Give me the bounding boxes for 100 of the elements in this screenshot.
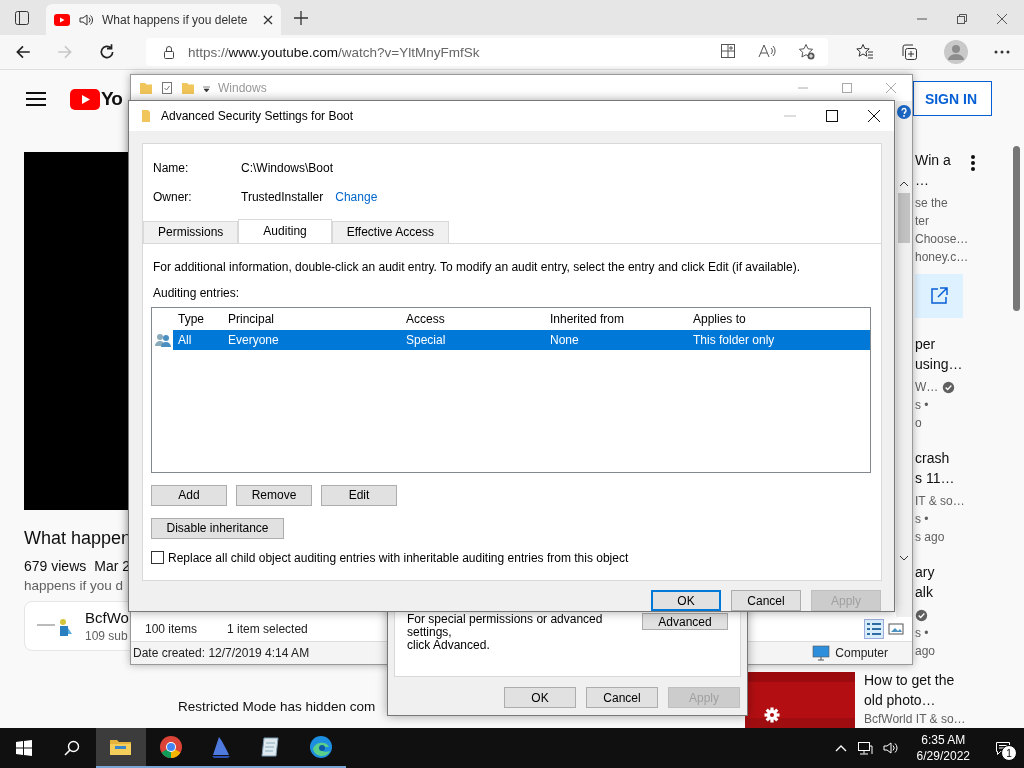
dialog-tab[interactable]: Effective Access: [331, 220, 449, 243]
owner-name: TrustedInstaller: [241, 190, 324, 205]
close-icon[interactable]: [263, 14, 273, 25]
youtube-logo-icon: [70, 88, 100, 110]
location-label: Computer: [835, 646, 888, 660]
app-grid-icon[interactable]: [720, 43, 736, 59]
details-list-icon: [866, 621, 882, 637]
video-title[interactable]: crash: [915, 448, 995, 468]
sign-in-button[interactable]: SIGN IN: [913, 81, 992, 116]
action-button[interactable]: Add: [151, 484, 227, 506]
video-meta: se the: [915, 195, 948, 212]
profile-avatar[interactable]: [944, 40, 968, 64]
taskbar-app-button[interactable]: [96, 728, 146, 768]
video-title[interactable]: …: [915, 170, 995, 190]
close-icon[interactable]: [996, 13, 1008, 25]
picture-frame-icon: [888, 621, 904, 637]
computer-icon: [812, 645, 831, 661]
folder-icon: [141, 108, 151, 123]
maximize-icon[interactable]: [826, 109, 838, 122]
notification-badge: 1: [1001, 745, 1017, 761]
column-header[interactable]: Principal: [223, 311, 401, 326]
properties-icon[interactable]: [160, 81, 174, 95]
subscriber-count: 109 sub: [85, 629, 129, 643]
help-icon[interactable]: [897, 105, 911, 119]
dropdown-icon[interactable]: [202, 83, 211, 93]
new-tab-icon[interactable]: [293, 10, 309, 26]
column-header[interactable]: Access: [401, 311, 545, 326]
video-title[interactable]: old photo…: [864, 690, 966, 710]
checkbox[interactable]: [151, 551, 164, 565]
scrollbar-thumb[interactable]: [898, 193, 910, 243]
refresh-icon: [98, 43, 116, 61]
sidebar-icon[interactable]: [14, 10, 30, 26]
url-text: https://www.youtube.com/watch?v=YltMnyFmfSk: [188, 44, 481, 60]
date-created: Date created: 12/7/2019 4:14 AM: [133, 646, 310, 660]
users-icon: [154, 332, 171, 347]
network-icon[interactable]: [856, 740, 873, 756]
menu-icon[interactable]: [26, 91, 46, 107]
restricted-mode-notice: Restricted Mode has hidden com: [178, 699, 376, 714]
read-aloud-icon[interactable]: [758, 43, 776, 59]
change-link[interactable]: Change: [335, 190, 378, 205]
dialog-button[interactable]: Cancel: [731, 590, 801, 611]
advanced-button[interactable]: Advanced: [642, 613, 728, 630]
edge-icon: [309, 735, 333, 759]
column-header[interactable]: Applies to: [688, 311, 865, 326]
show-hidden-icons-icon[interactable]: [834, 744, 847, 752]
video-title[interactable]: alk: [915, 582, 995, 602]
more-vertical-icon[interactable]: [970, 154, 976, 172]
column-header[interactable]: Inherited from: [545, 311, 688, 326]
favorites-icon[interactable]: [856, 43, 874, 61]
action-button[interactable]: Edit: [321, 484, 397, 506]
video-title[interactable]: per: [915, 334, 995, 354]
video-title[interactable]: How to get the: [864, 670, 966, 690]
video-meta: s •: [915, 397, 929, 414]
column-header[interactable]: Type: [173, 311, 223, 326]
windows-logo-icon: [16, 740, 32, 756]
add-favorite-icon[interactable]: [798, 43, 816, 61]
restore-icon[interactable]: [956, 13, 968, 25]
external-link-icon: [929, 286, 949, 306]
video-meta: ago: [915, 643, 936, 660]
view-count: 679 views: [24, 558, 87, 574]
back-button[interactable]: [14, 43, 32, 61]
youtube-icon: [54, 13, 70, 26]
video-meta: Choose…: [915, 231, 969, 248]
dialog-button[interactable]: Cancel: [586, 687, 658, 708]
folder-icon: [109, 737, 133, 757]
collections-icon[interactable]: [900, 43, 918, 61]
action-button[interactable]: Remove: [236, 484, 312, 506]
channel-name: BcfWorld IT & so…: [864, 711, 966, 728]
scroll-down-icon[interactable]: [899, 555, 909, 561]
video-description: happens if you d: [24, 578, 125, 593]
dialog-button[interactable]: OK: [651, 590, 721, 611]
search-icon: [64, 740, 80, 756]
scrollbar-thumb[interactable]: [1013, 146, 1020, 311]
field-label: Name:: [153, 161, 190, 176]
video-title[interactable]: s 11…: [915, 468, 995, 488]
dialog-tab[interactable]: Permissions: [143, 220, 239, 243]
video-title[interactable]: ary: [915, 562, 995, 582]
video-meta: IT & so…: [915, 493, 965, 510]
video-title[interactable]: Win a: [915, 150, 995, 170]
details-view-button[interactable]: [864, 619, 884, 639]
dialog-button[interactable]: OK: [504, 687, 576, 708]
clock[interactable]: 6:35 AM 6/29/2022: [916, 732, 970, 764]
window-title: Advanced Security Settings for Boot: [161, 108, 354, 123]
dialog-text: click Advanced.: [407, 639, 491, 652]
volume-icon[interactable]: [882, 740, 899, 756]
object-name: C:\Windows\Boot: [241, 161, 334, 176]
dialog-tab[interactable]: Auditing: [238, 218, 332, 243]
action-center-button[interactable]: 1: [988, 733, 1018, 763]
scroll-up-icon[interactable]: [899, 181, 909, 187]
address-bar[interactable]: https://www.youtube.com/watch?v=YltMnyFmfSk: [146, 38, 828, 66]
selection-count: 1 item selected: [227, 622, 308, 636]
close-icon[interactable]: [868, 109, 880, 122]
list-row[interactable]: All Everyone Special None This folder only: [173, 329, 870, 350]
disable-inheritance-button[interactable]: Disable inheritance: [151, 517, 284, 539]
video-title[interactable]: using…: [915, 354, 995, 374]
refresh-button[interactable]: [98, 43, 116, 61]
external-link-button[interactable]: [915, 274, 963, 318]
checkbox-label[interactable]: Replace all child object auditing entries with inheritable auditing entries from this object: [168, 550, 629, 565]
browser-tab[interactable]: What happens if you delete: [46, 4, 281, 35]
channel-name[interactable]: BcfWo: [85, 609, 129, 626]
